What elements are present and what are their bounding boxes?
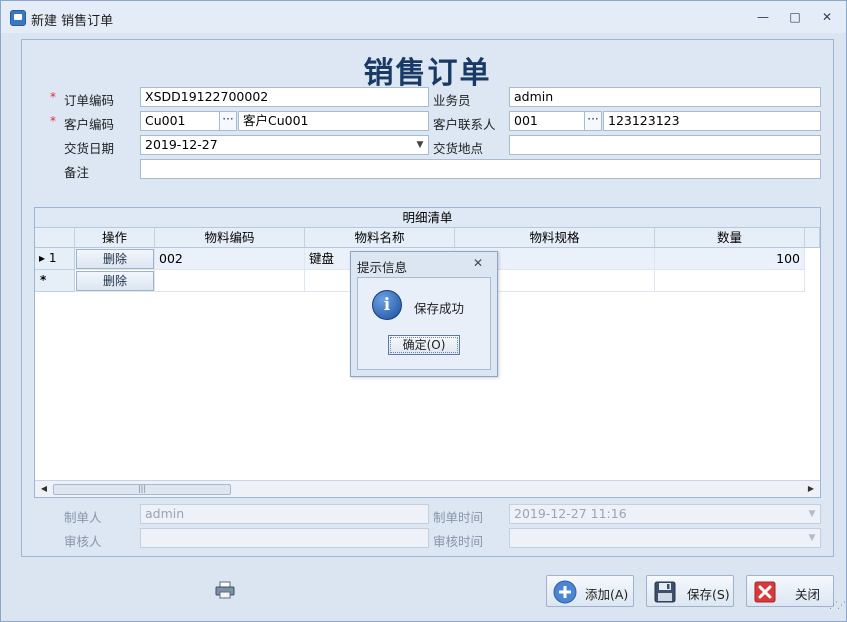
dialog-ok-button[interactable]: 确定(O) <box>388 335 460 355</box>
dialog-close-icon[interactable]: ✕ <box>470 256 486 272</box>
remark-field[interactable] <box>140 159 821 179</box>
column-header[interactable]: 物料规格 <box>455 228 655 248</box>
row-indicator[interactable]: ▸ 1 <box>35 248 75 270</box>
audit-time-dropdown: ▼ <box>808 533 816 543</box>
window-close-button[interactable]: ✕ <box>816 8 838 26</box>
save-button[interactable]: 保存(S) <box>646 575 734 607</box>
app-icon <box>10 10 26 26</box>
required-mark: * <box>50 90 56 104</box>
add-button-label: 添加(A) <box>585 587 629 602</box>
close-x-icon <box>754 581 776 603</box>
message-dialog: 提示信息 ✕ i 保存成功 确定(O) <box>350 251 498 377</box>
form-title: 销售订单 <box>363 56 492 91</box>
creator-field: admin <box>140 504 429 524</box>
audit-time-label: 审核时间 <box>433 534 484 549</box>
resize-grip-icon[interactable]: ⋰⋰ <box>829 602 846 618</box>
qty-cell[interactable]: 100 <box>655 248 805 270</box>
row-header-corner <box>35 228 75 248</box>
save-button-label: 保存(S) <box>687 587 730 602</box>
close-button-label: 关闭 <box>795 587 821 602</box>
contact-phone-field[interactable]: 123123123 <box>603 111 821 131</box>
dialog-body: i 保存成功 确定(O) <box>357 277 491 370</box>
delivery-place-label: 交货地点 <box>433 141 484 156</box>
qty-cell[interactable] <box>655 270 805 292</box>
creator-label: 制单人 <box>64 510 102 525</box>
auditor-label: 审核人 <box>64 534 102 549</box>
window-title: 新建 销售订单 <box>31 14 114 29</box>
info-icon: i <box>372 290 402 320</box>
contact-code-field[interactable]: 001 <box>509 111 585 131</box>
contact-picker-button[interactable]: ··· <box>584 111 602 131</box>
close-button[interactable]: 关闭 <box>746 575 834 607</box>
maximize-button[interactable]: □ <box>784 8 806 26</box>
contact-label: 客户联系人 <box>433 117 496 132</box>
order-no-field[interactable]: XSDD19122700002 <box>140 87 429 107</box>
delete-row-button[interactable]: 删除 <box>76 271 154 291</box>
sales-order-window: 新建 销售订单 — □ ✕ 销售订单 * 订单编码 XSDD1912270000… <box>0 0 847 622</box>
plus-circle-icon <box>553 580 577 604</box>
customer-name-field[interactable]: 客户Cu001 <box>238 111 429 131</box>
create-time-dropdown: ▼ <box>808 509 816 519</box>
new-row-indicator[interactable]: * <box>35 270 75 292</box>
create-time-label: 制单时间 <box>433 510 484 525</box>
customer-code-label: 客户编码 <box>64 117 115 132</box>
audit-time-field <box>509 528 821 548</box>
column-header[interactable]: 数量 <box>655 228 805 248</box>
delivery-date-label: 交货日期 <box>64 141 115 156</box>
scroll-right-icon[interactable]: ▶ <box>805 483 817 495</box>
remark-label: 备注 <box>64 165 90 180</box>
delivery-date-field[interactable]: 2019-12-27 <box>140 135 429 155</box>
minimize-button[interactable]: — <box>752 8 774 26</box>
salesman-field[interactable]: admin <box>509 87 821 107</box>
scroll-thumb[interactable]: ||| <box>53 484 231 495</box>
material-code-cell[interactable]: 002 <box>155 248 305 270</box>
title-bar: 新建 销售订单 — □ ✕ <box>1 1 846 33</box>
column-header-filler <box>805 228 820 248</box>
dialog-message: 保存成功 <box>414 301 465 316</box>
column-header[interactable]: 操作 <box>75 228 155 248</box>
salesman-label: 业务员 <box>433 93 471 108</box>
column-header[interactable]: 物料编码 <box>155 228 305 248</box>
date-dropdown-button[interactable]: ▼ <box>412 136 428 154</box>
grid-caption: 明细清单 <box>35 208 820 228</box>
add-button[interactable]: 添加(A) <box>546 575 634 607</box>
customer-code-field[interactable]: Cu001 <box>140 111 220 131</box>
scroll-left-icon[interactable]: ◀ <box>38 483 50 495</box>
floppy-disk-icon <box>654 581 676 603</box>
customer-picker-button[interactable]: ··· <box>219 111 237 131</box>
horizontal-scrollbar[interactable]: ◀ ||| ▶ <box>35 480 820 497</box>
delivery-place-field[interactable] <box>509 135 821 155</box>
create-time-field: 2019-12-27 11:16 <box>509 504 821 524</box>
delete-row-button[interactable]: 删除 <box>76 249 154 269</box>
column-header[interactable]: 物料名称 <box>305 228 455 248</box>
auditor-field <box>140 528 429 548</box>
required-mark: * <box>50 114 56 128</box>
printer-icon[interactable] <box>214 581 236 599</box>
material-code-cell[interactable] <box>155 270 305 292</box>
dialog-title: 提示信息 <box>357 260 408 275</box>
order-no-label: 订单编码 <box>64 93 115 108</box>
